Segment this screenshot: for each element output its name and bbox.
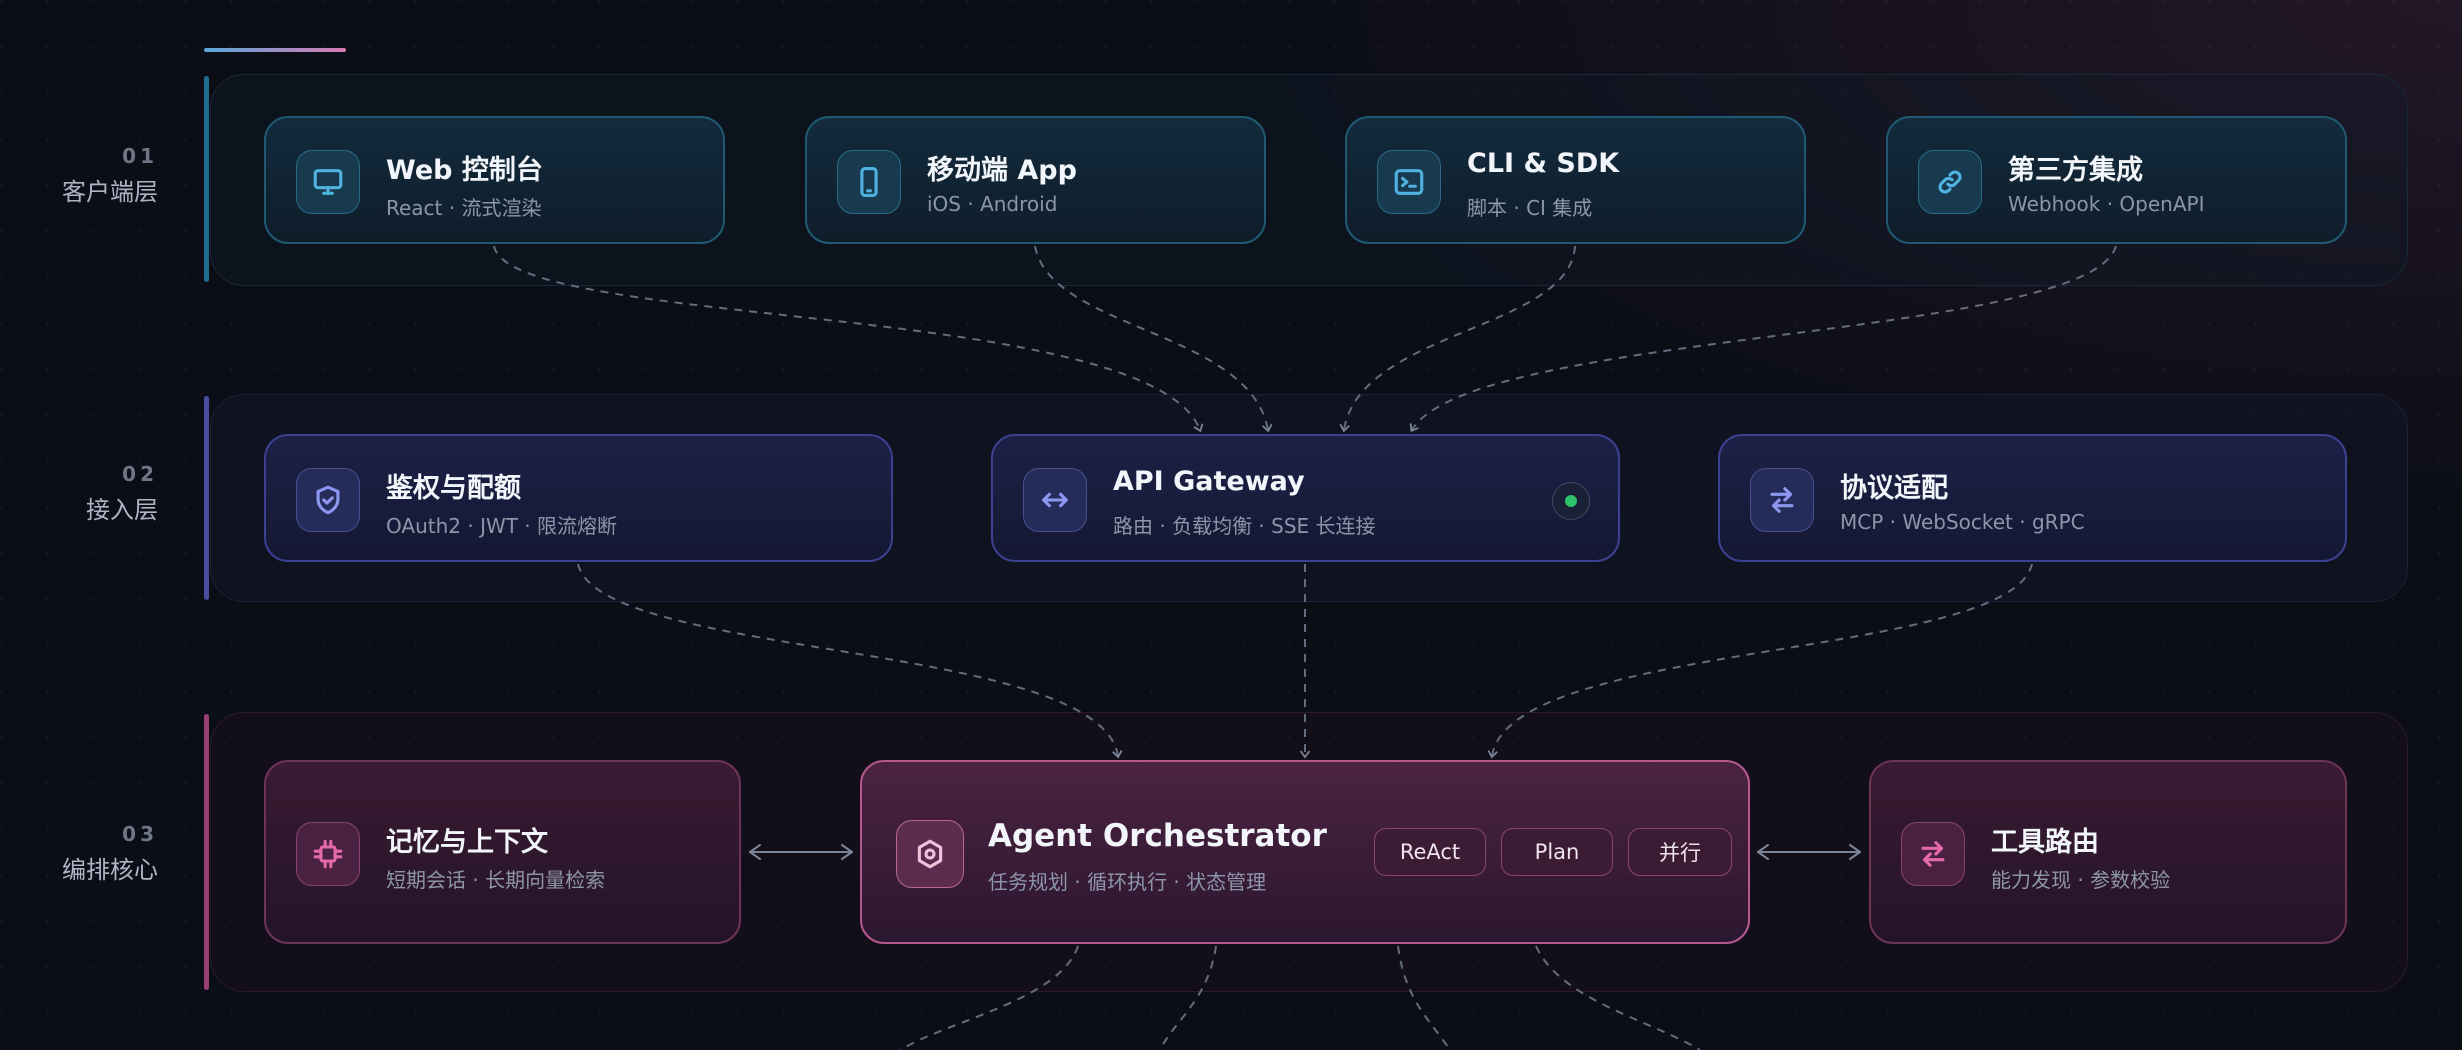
connector-down-4 — [1535, 945, 1701, 1050]
connector-cli-to-gateway — [1339, 245, 1576, 433]
connector-layer — [493, 245, 2117, 1050]
connector-mobile-to-gateway — [1034, 245, 1273, 433]
connector-auth-to-orchestrator — [577, 563, 1123, 759]
connector-web-to-gateway — [493, 245, 1204, 433]
connector-down-3 — [1397, 945, 1451, 1050]
connector-down-1 — [899, 945, 1079, 1050]
connector-down-2 — [1159, 945, 1217, 1050]
connector-integration-to-gateway — [1409, 245, 2117, 433]
connector-protocol-to-orchestrator — [1487, 563, 2033, 759]
